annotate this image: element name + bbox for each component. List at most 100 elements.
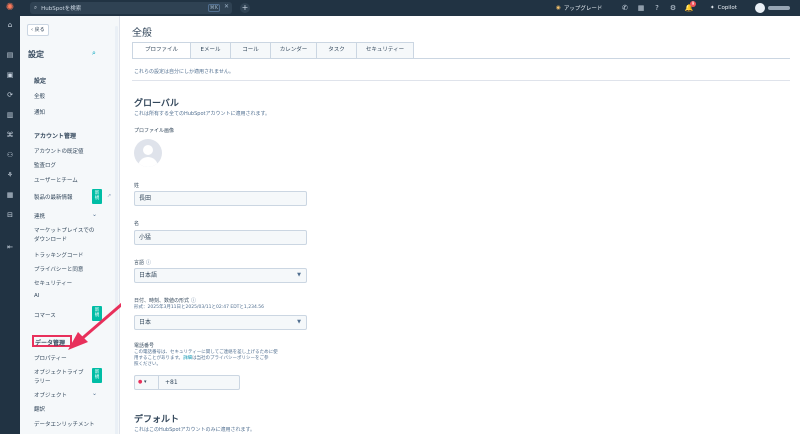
global-section-title: グローバル — [134, 99, 179, 109]
reporting-icon[interactable]: ▦ — [5, 190, 15, 200]
sidebar-item-commerce[interactable]: コマース — [34, 311, 56, 319]
sidebar-item-ai[interactable]: AI — [34, 293, 39, 299]
search-placeholder: HubSpotを検索 — [41, 6, 82, 12]
search-icon: ⌕ — [34, 4, 38, 11]
hubspot-logo-icon[interactable]: ✺ — [3, 1, 17, 15]
sidebar-item-marketplace-line1[interactable]: マーケットプレイスでの — [34, 226, 94, 234]
sales-icon[interactable]: ⌘ — [5, 130, 15, 140]
phone-detail-link[interactable]: 詳細 — [183, 356, 192, 361]
badge-line2: 規 — [94, 375, 100, 380]
settings-gear-icon[interactable]: ⚙ — [668, 3, 678, 13]
default-section-title: デフォルト — [134, 415, 180, 425]
global-section-desc: これは所有する全てのHubSpotアカウントに適用されます。 — [134, 111, 270, 117]
first-name-label: 名 — [134, 221, 140, 227]
info-icon[interactable]: ⓘ — [146, 260, 151, 266]
tab-divider — [132, 58, 790, 59]
phone-label: 電話番号 — [134, 343, 155, 349]
sidebar-item-users-teams[interactable]: ユーザーとチーム — [34, 176, 78, 184]
sidebar-item-import[interactable]: 翻訳 — [34, 405, 45, 413]
tab-email[interactable]: Eメール — [190, 42, 230, 59]
tab-security[interactable]: セキュリティー — [356, 42, 414, 59]
new-badge: 新規 — [92, 368, 102, 383]
sidebar-item-audit-log[interactable]: 監査ログ — [34, 161, 56, 169]
external-link-icon: ↗ — [107, 193, 112, 199]
format-example: 形式：2025年3月11日と2025/03/11と02:47 EDTと1,234… — [134, 305, 264, 310]
sidebar-item-tracking-code[interactable]: トラッキングコード — [34, 251, 83, 259]
automation-icon[interactable]: ⚘ — [5, 170, 15, 180]
chevron-down-icon: ▼ — [297, 272, 301, 278]
tab-profile[interactable]: プロファイル — [132, 42, 190, 59]
phone-input[interactable]: ● ▾ +81 — [134, 375, 240, 390]
create-plus-button[interactable]: + — [240, 3, 250, 13]
search-shortcut: ⌘K — [207, 4, 220, 12]
sidebar-scrollbar[interactable] — [115, 26, 118, 434]
phone-desc-2: 用することがあります。 — [134, 356, 184, 361]
phone-desc-3: は当社のプライバシーポリシーをご参 — [192, 356, 269, 361]
account-avatar[interactable] — [755, 3, 765, 13]
copilot-button[interactable]: ✦ Copilot — [710, 3, 737, 13]
marketplace-icon[interactable]: ▦ — [636, 3, 646, 13]
sidebar-item-privacy[interactable]: プライバシーと同意 — [34, 265, 83, 273]
back-button[interactable]: ‹ 戻る — [27, 24, 49, 36]
sidebar-item-data-enrichment[interactable]: データエンリッチメント — [34, 420, 95, 428]
phone-icon[interactable]: ✆ — [620, 3, 630, 13]
last-name-input[interactable]: 長田 — [134, 191, 307, 206]
contacts-icon[interactable]: ▣ — [5, 70, 15, 80]
global-search-input[interactable]: ⌕ HubSpotを検索 ⌘K ✕ — [30, 2, 232, 14]
country-flag-select[interactable]: ● ▾ — [135, 376, 159, 389]
first-name-input[interactable]: 小猛 — [134, 230, 307, 245]
help-icon[interactable]: ? — [652, 3, 662, 13]
phone-country-code: +81 — [165, 379, 178, 386]
sidebar-item-security[interactable]: セキュリティー — [34, 279, 72, 287]
chevron-down-icon[interactable]: ⌄ — [92, 211, 97, 218]
sidebar-item-general[interactable]: 全般 — [34, 92, 45, 100]
sidebar-item-product-updates[interactable]: 製品の最新情報 — [34, 193, 73, 201]
chevron-down-icon[interactable]: ⌄ — [92, 390, 97, 397]
sidebar-item-integrations[interactable]: 連携 — [34, 212, 45, 220]
tab-calendar[interactable]: カレンダー — [270, 42, 316, 59]
sidebar-item-marketplace-line2[interactable]: ダウンロード — [34, 235, 67, 243]
info-icon[interactable]: ⓘ — [191, 298, 196, 304]
sidebar-item-object-library-line1[interactable]: オブジェクトライブ — [34, 368, 84, 376]
format-label: 日付、時刻、数値の形式 ⓘ — [134, 297, 196, 304]
sidebar-item-objects[interactable]: オブジェクト — [34, 391, 67, 399]
bookmark-icon[interactable]: ⌂ — [5, 20, 15, 30]
sidebar-search-icon[interactable]: ⌕ — [92, 49, 96, 58]
upgrade-icon: ◉ — [556, 5, 561, 11]
sidebar-item-account-defaults[interactable]: アカウントの既定値 — [34, 147, 84, 155]
sidebar-title: 設定 — [28, 50, 44, 59]
sidebar-item-notifications[interactable]: 通知 — [34, 108, 45, 116]
collapse-rail-icon[interactable]: ⇤ — [5, 242, 15, 252]
search-clear-icon[interactable]: ✕ — [224, 3, 229, 10]
tab-task[interactable]: タスク — [316, 42, 356, 59]
dashboard-icon[interactable]: ▤ — [5, 50, 15, 60]
language-label-text: 言語 — [134, 260, 145, 266]
copilot-icon: ✦ — [710, 5, 715, 11]
notification-badge: 9 — [690, 1, 696, 7]
main-scrollbar[interactable] — [794, 26, 798, 426]
data-icon[interactable]: ⊟ — [5, 210, 15, 220]
divider — [132, 80, 790, 81]
default-section-desc: これはこのHubSpotアカウントのみに適用されます。 — [134, 427, 255, 433]
service-icon[interactable]: ⚇ — [5, 150, 15, 160]
sidebar-item-object-library-line2[interactable]: ラリー — [34, 377, 51, 385]
phone-desc-1: この電話番号は、セキュリティーに関してご連絡を差し上げるために使 — [134, 350, 278, 355]
japan-flag-icon: ● — [138, 379, 143, 385]
marketing-icon[interactable]: ⟳ — [5, 90, 15, 100]
main-content: 全般 プロファイル Eメール コール カレンダー タスク セキュリティー これら… — [121, 16, 800, 434]
upgrade-button[interactable]: ◉ アップグレード — [556, 3, 602, 13]
language-select[interactable]: 日本語 ▼ — [134, 268, 307, 283]
tab-call[interactable]: コール — [230, 42, 270, 59]
badge-line2: 規 — [94, 196, 100, 201]
language-label: 言語 ⓘ — [134, 259, 151, 266]
upgrade-label: アップグレード — [563, 6, 603, 12]
content-icon[interactable]: ▥ — [5, 110, 15, 120]
phone-desc-4: 照ください。 — [134, 362, 161, 367]
chevron-down-icon: ▼ — [297, 319, 301, 325]
section-account-management: アカウント管理 — [34, 133, 77, 140]
profile-avatar[interactable] — [134, 139, 162, 167]
format-select[interactable]: 日本 ▼ — [134, 315, 307, 330]
settings-tabs: プロファイル Eメール コール カレンダー タスク セキュリティー — [132, 42, 414, 59]
copilot-label: Copilot — [717, 5, 737, 11]
phone-desc: この電話番号は、セキュリティーに関してご連絡を差し上げるために使 用することがあ… — [134, 350, 314, 368]
